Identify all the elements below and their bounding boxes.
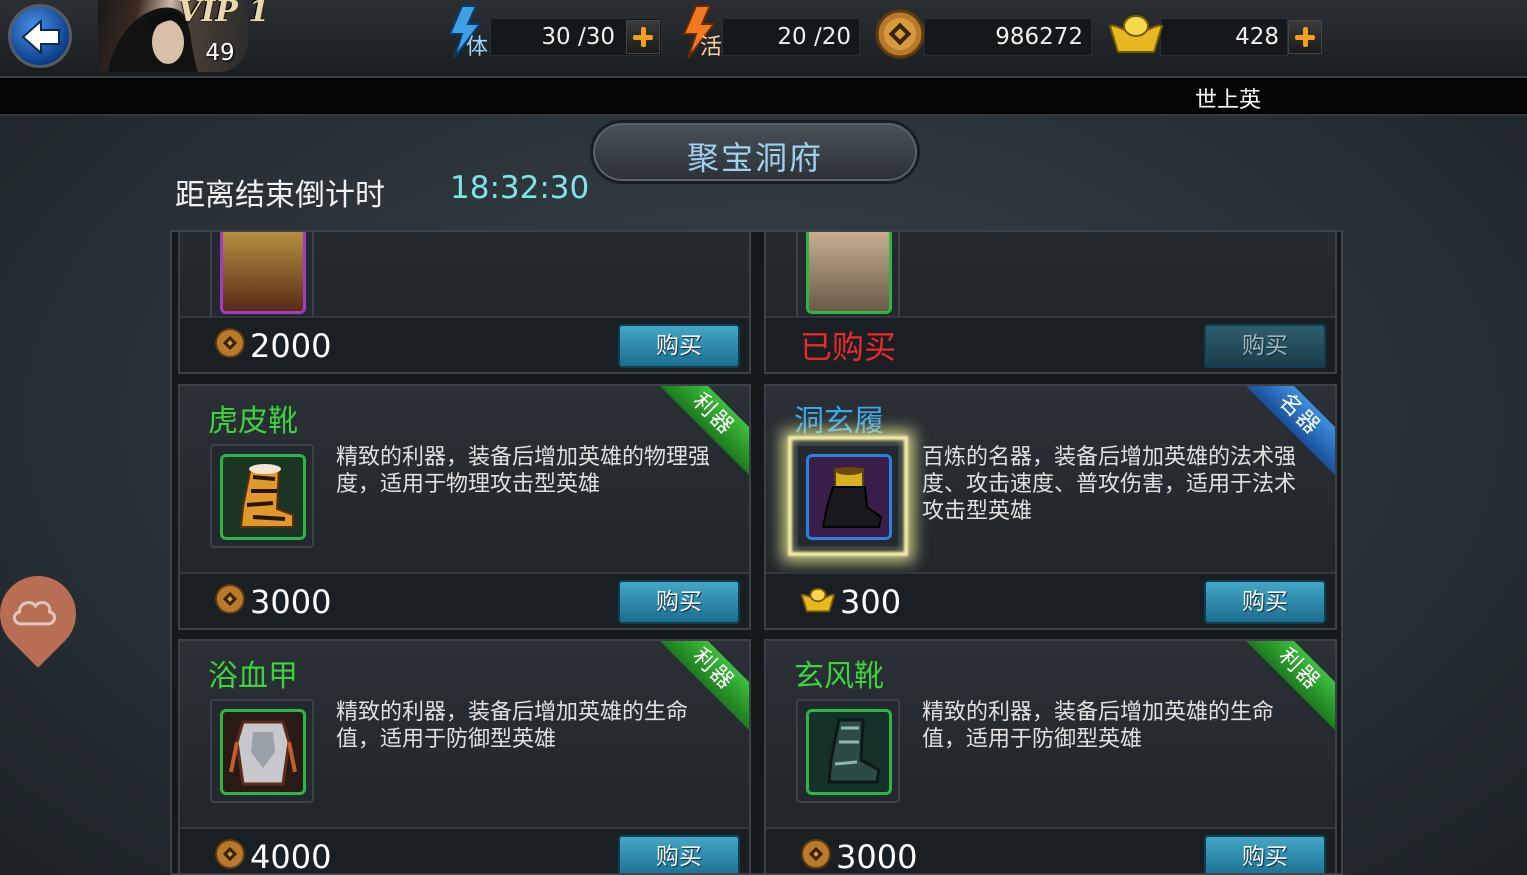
- gold-ingot-icon: [1108, 10, 1164, 66]
- item-price-value: 3000: [836, 838, 918, 875]
- item-frame: [796, 444, 900, 548]
- shop-item-card: 2000 购买: [178, 232, 751, 374]
- vip-label: VIP 1: [178, 0, 270, 29]
- shop-title-plate: 聚宝洞府: [590, 120, 920, 184]
- ingot-value: 428: [1235, 24, 1279, 50]
- buy-button[interactable]: 购买: [618, 324, 740, 368]
- activity-counter: 20 /20: [722, 18, 860, 56]
- add-stamina-button[interactable]: [626, 20, 660, 54]
- wind-boots-icon[interactable]: [806, 709, 892, 795]
- item-name: 洞玄履: [794, 404, 884, 439]
- ticker-text: 世上英: [1195, 88, 1262, 113]
- item-description: 精致的利器，装备后增加英雄的物理强度，适用于物理攻击型英雄: [336, 445, 711, 497]
- stamina-icon: 体: [444, 4, 496, 60]
- shop-item-card: 浴血甲 利器 精致的利器，装备后增加英雄的生命值，适用于防御型英雄 4000 购…: [178, 639, 751, 875]
- top-status-bar: VIP 1 49 30 /30 体 20 /20 活 986272 428: [0, 0, 1527, 78]
- item-frame: [210, 699, 314, 803]
- item-price-value: 2000: [250, 327, 332, 365]
- shop-item-list[interactable]: 2000 购买 已购买 购买 虎皮靴 利器 精致的利器，装备后增加英雄的物理强度…: [170, 230, 1343, 875]
- shop-item-card: 已购买 购买: [764, 232, 1337, 374]
- item-price: 3000: [214, 580, 331, 626]
- item-description: 精致的利器，装备后增加英雄的生命值，适用于防御型英雄: [336, 700, 689, 752]
- buy-button[interactable]: 购买: [618, 835, 740, 873]
- item-price: 3000: [800, 835, 918, 875]
- coin-icon: [800, 837, 832, 873]
- blood-armor-icon[interactable]: [220, 709, 306, 795]
- coin-icon: [214, 582, 246, 626]
- coin-counter: 986272: [924, 18, 1092, 56]
- gold-ingot-icon: [800, 582, 836, 626]
- announcement-ticker: 世上英: [0, 78, 1527, 116]
- scroll-item-icon[interactable]: [806, 232, 892, 314]
- item-frame: [796, 699, 900, 803]
- stamina-char: 体: [466, 35, 488, 60]
- buy-button[interactable]: 购买: [618, 580, 740, 624]
- item-frame: [796, 232, 900, 322]
- item-name: 玄风靴: [794, 659, 884, 694]
- buy-button[interactable]: 购买: [1204, 835, 1326, 873]
- item-price: 4000: [214, 835, 332, 875]
- item-price-value: 4000: [250, 838, 332, 875]
- player-level: 49: [205, 40, 235, 66]
- countdown-label: 距离结束倒计时: [175, 178, 385, 213]
- item-name: 虎皮靴: [208, 404, 298, 439]
- coin-icon: [214, 326, 246, 370]
- item-price: 300: [800, 580, 901, 626]
- item-frame: [210, 232, 314, 322]
- item-description: 精致的利器，装备后增加英雄的生命值，适用于防御型英雄: [922, 700, 1275, 752]
- ingot-counter: 428: [1160, 18, 1288, 56]
- back-button[interactable]: [8, 4, 72, 68]
- back-arrow-icon: [21, 19, 60, 55]
- tiger-boots-icon[interactable]: [220, 454, 306, 540]
- item-name: 浴血甲: [208, 659, 298, 694]
- shop-title: 聚宝洞府: [686, 139, 823, 177]
- coin-icon: [214, 837, 246, 873]
- mystic-shoes-icon[interactable]: [806, 454, 892, 540]
- item-frame: [210, 444, 314, 548]
- shop-item-card: 玄风靴 利器 精致的利器，装备后增加英雄的生命值，适用于防御型英雄 3000 购…: [764, 639, 1337, 875]
- item-price-value: 3000: [250, 583, 332, 621]
- stamina-value: 30 /30: [541, 24, 615, 50]
- hero-card-icon[interactable]: [220, 232, 306, 314]
- shop-item-card: 虎皮靴 利器 精致的利器，装备后增加英雄的物理强度，适用于物理攻击型英雄 300…: [178, 384, 751, 630]
- coin-value: 986272: [995, 24, 1083, 50]
- coin-icon: [874, 8, 926, 64]
- add-ingot-button[interactable]: [1288, 20, 1322, 54]
- activity-value: 20 /20: [777, 24, 851, 50]
- countdown-timer: 18:32:30: [450, 170, 590, 206]
- activity-char: 活: [700, 35, 722, 60]
- item-description: 百炼的名器，装备后增加英雄的法术强度、攻击速度、普攻伤害，适用于法术攻击型英雄: [922, 445, 1297, 524]
- item-price-value: 300: [840, 583, 902, 621]
- cloud-icon: [12, 601, 56, 626]
- buy-button[interactable]: 购买: [1204, 580, 1326, 624]
- activity-icon: 活: [678, 4, 730, 60]
- item-price: 2000: [214, 324, 331, 370]
- shop-item-card: 洞玄履 名器 百炼的名器，装备后增加英雄的法术强度、攻击速度、普攻伤害，适用于法…: [764, 384, 1337, 630]
- buy-button[interactable]: 购买: [1204, 324, 1326, 368]
- purchased-label: 已购买: [800, 328, 897, 366]
